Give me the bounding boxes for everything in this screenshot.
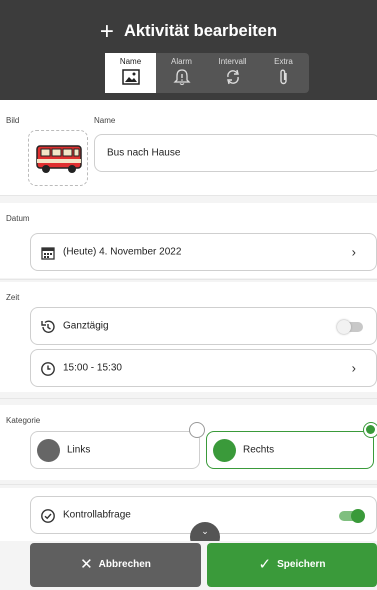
clock-icon xyxy=(41,362,55,376)
edit-activity-screen: + Aktivität bearbeiten Name Alarm Interv… xyxy=(0,0,377,590)
date-value: (Heute) 4. November 2022 xyxy=(63,246,182,258)
divider xyxy=(0,398,377,399)
tab-extra-label: Extra xyxy=(274,57,293,66)
check-icon: ✓ xyxy=(258,556,272,573)
activity-image[interactable] xyxy=(28,130,88,186)
category-left-option[interactable]: Links xyxy=(30,422,205,469)
image-icon xyxy=(121,69,140,85)
category-right-radio[interactable] xyxy=(363,422,377,438)
time-section: Zeit Ganztägig 15:00 - 15:30 › xyxy=(0,282,377,392)
tab-alarm[interactable]: Alarm xyxy=(156,53,207,93)
tab-intervall[interactable]: Intervall xyxy=(207,53,258,93)
divider xyxy=(0,484,377,485)
cancel-button-label: Abbrechen xyxy=(98,559,151,570)
save-button-label: Speichern xyxy=(277,559,326,570)
control-section: Kontrollabfrage ⌄ xyxy=(0,488,377,552)
category-label: Kategorie xyxy=(6,416,41,425)
category-left-label: Links xyxy=(67,444,91,456)
control-switch-knob xyxy=(351,509,365,523)
history-icon xyxy=(41,320,55,333)
name-input-value: Bus nach Hause xyxy=(107,147,181,159)
divider xyxy=(0,195,377,196)
tab-name[interactable]: Name xyxy=(105,53,156,93)
category-right-option[interactable]: Rechts xyxy=(206,422,377,469)
radio-selected-dot xyxy=(366,425,375,434)
plus-icon: + xyxy=(99,18,114,45)
tab-alarm-label: Alarm xyxy=(171,57,192,66)
save-button[interactable]: ✓ Speichern xyxy=(207,543,377,587)
chevron-right-icon: › xyxy=(351,360,356,376)
header-bar: + Aktivität bearbeiten Name Alarm Interv… xyxy=(0,0,377,100)
calendar-icon xyxy=(41,247,55,260)
time-range-field[interactable]: 15:00 - 15:30 › xyxy=(30,349,377,387)
chevron-right-icon: › xyxy=(351,244,356,260)
allday-toggle-row[interactable]: Ganztägig xyxy=(30,307,377,345)
tab-extra[interactable]: Extra xyxy=(258,53,309,93)
category-left-radio[interactable] xyxy=(189,422,205,438)
name-section: Bild Name Bus nach Hause xyxy=(0,100,377,195)
paperclip-icon xyxy=(279,69,287,85)
tab-name-label: Name xyxy=(119,57,142,66)
time-label: Zeit xyxy=(6,293,20,302)
allday-switch-knob xyxy=(337,320,351,334)
check-circle-icon xyxy=(41,509,55,523)
divider xyxy=(0,279,377,280)
date-section: Datum (Heute) 4. November 2022 › xyxy=(0,203,377,278)
category-right-label: Rechts xyxy=(243,444,275,456)
allday-switch[interactable] xyxy=(337,320,363,334)
allday-label: Ganztägig xyxy=(63,320,109,332)
page-title-text: Aktivität bearbeiten xyxy=(123,22,278,40)
category-section: Kategorie Links Rechts xyxy=(0,405,377,480)
footer-bar: ✕ Abbrechen ✓ Speichern xyxy=(0,541,377,590)
image-label: Bild xyxy=(6,116,20,125)
repeat-icon xyxy=(226,69,239,85)
bus-icon xyxy=(36,145,82,173)
name-input[interactable]: Bus nach Hause xyxy=(94,134,377,172)
page-title: + Aktivität bearbeiten xyxy=(0,18,377,46)
control-switch[interactable] xyxy=(339,509,365,523)
time-range-value: 15:00 - 15:30 xyxy=(63,362,122,374)
name-label: Name xyxy=(94,116,116,125)
date-label: Datum xyxy=(6,214,30,223)
date-field[interactable]: (Heute) 4. November 2022 › xyxy=(30,233,377,271)
close-icon: ✕ xyxy=(80,556,93,573)
control-label: Kontrollabfrage xyxy=(63,509,131,521)
cancel-button[interactable]: ✕ Abbrechen xyxy=(30,543,201,587)
bell-icon xyxy=(172,69,191,86)
tab-bar: Name Alarm Intervall Extra xyxy=(105,53,309,93)
category-color-dot xyxy=(37,439,60,462)
category-color-dot xyxy=(213,439,236,462)
tab-intervall-label: Intervall xyxy=(218,57,247,66)
